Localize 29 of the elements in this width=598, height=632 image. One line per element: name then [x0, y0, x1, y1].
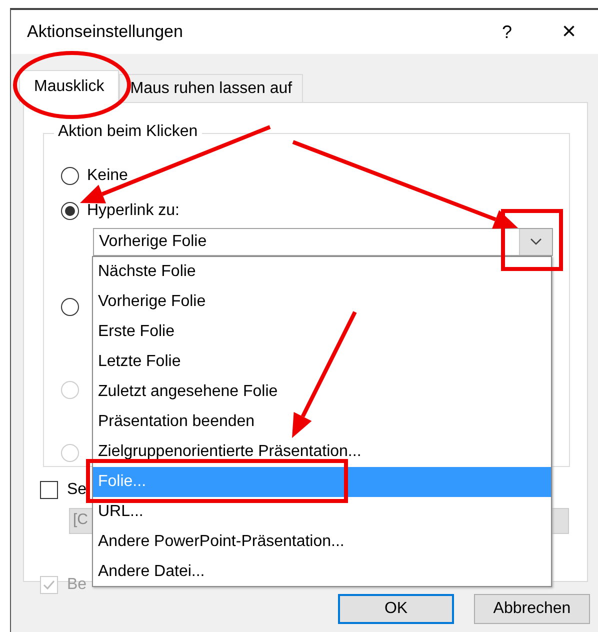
- window-title: Aktionseinstellungen: [27, 22, 184, 42]
- radio-label: Hyperlink zu:: [87, 202, 180, 220]
- checkbox-label: Se: [67, 481, 87, 499]
- dropdown-item[interactable]: Zielgruppenorientierte Präsentation...: [93, 437, 551, 467]
- tab[interactable]: Maus ruhen lassen auf: [119, 74, 304, 102]
- checkbox[interactable]: [40, 481, 58, 499]
- hyperlink-dropdown[interactable]: Vorherige Folie: [93, 228, 553, 256]
- radio-button[interactable]: [61, 298, 79, 316]
- dropdown-item[interactable]: Andere Datei...: [93, 557, 551, 587]
- dropdown-item[interactable]: URL...: [93, 497, 551, 527]
- dropdown-item[interactable]: Erste Folie: [93, 317, 551, 347]
- dropdown-item[interactable]: Präsentation beenden: [93, 407, 551, 437]
- dropdown-item[interactable]: Zuletzt angesehene Folie: [93, 377, 551, 407]
- dropdown-item[interactable]: Letzte Folie: [93, 347, 551, 377]
- chevron-down-icon: [530, 238, 542, 246]
- dropdown-item[interactable]: Nächste Folie: [93, 257, 551, 287]
- tab[interactable]: Mausklick: [19, 70, 120, 103]
- checkmark-icon: [43, 580, 55, 590]
- radio-button[interactable]: [61, 202, 79, 220]
- checkbox-label: Be: [67, 576, 87, 594]
- radio-label: Keine: [87, 167, 128, 185]
- cancel-button[interactable]: Abbrechen: [474, 594, 590, 624]
- close-button[interactable]: ×: [562, 20, 576, 44]
- ok-button[interactable]: OK: [338, 594, 454, 624]
- radio-button[interactable]: [61, 167, 79, 185]
- highlight-rectangle: [501, 209, 563, 271]
- dropdown-item[interactable]: Vorherige Folie: [93, 287, 551, 317]
- help-button[interactable]: ?: [502, 22, 512, 42]
- dropdown-item[interactable]: Andere PowerPoint-Präsentation...: [93, 527, 551, 557]
